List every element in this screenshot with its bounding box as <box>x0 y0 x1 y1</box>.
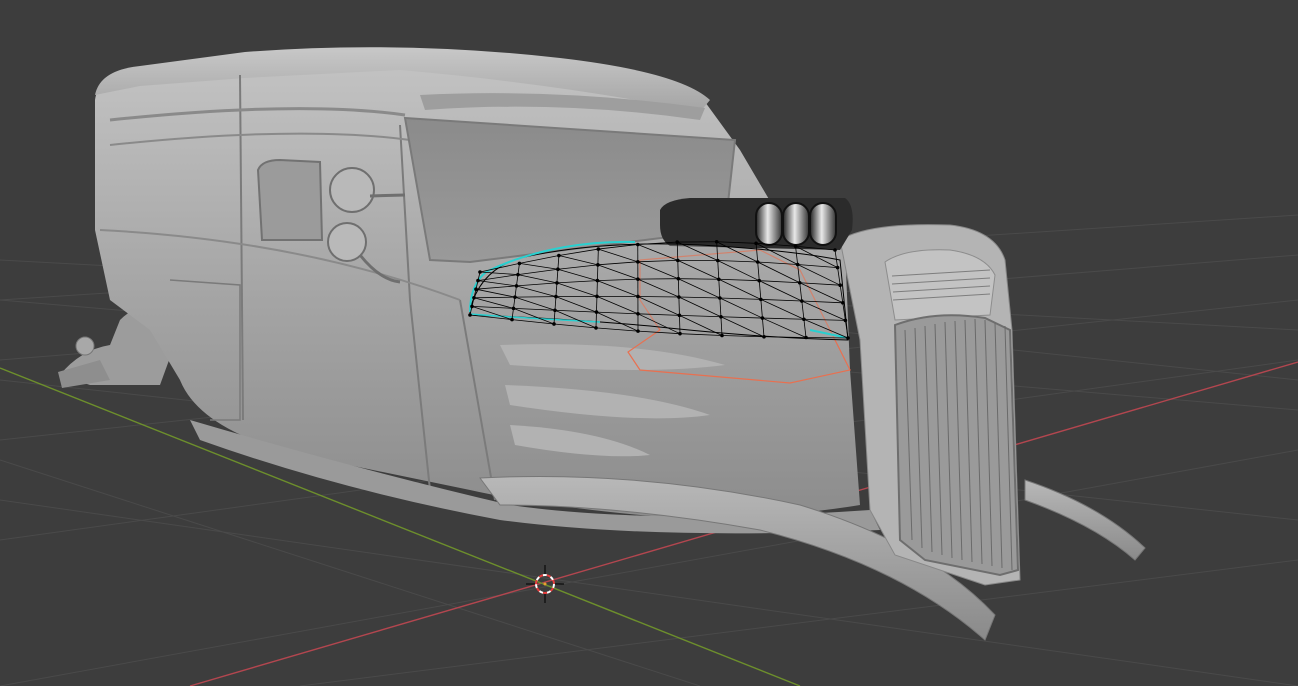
mesh-vertex[interactable] <box>797 280 802 285</box>
mesh-edge[interactable] <box>679 315 681 334</box>
mesh-edge[interactable] <box>677 260 679 279</box>
mesh-vertex[interactable] <box>514 284 519 288</box>
mesh-vertex[interactable] <box>804 335 808 340</box>
mesh-vertex[interactable] <box>478 270 482 274</box>
mesh-vertex[interactable] <box>553 308 557 313</box>
mesh-vertex[interactable] <box>678 331 682 336</box>
mesh-vertex[interactable] <box>800 299 804 303</box>
mesh-vertex[interactable] <box>802 317 806 322</box>
mesh-vertex[interactable] <box>513 295 517 299</box>
mesh-vertex[interactable] <box>760 316 765 320</box>
mesh-vertex[interactable] <box>510 317 514 322</box>
mesh-edge[interactable] <box>678 297 680 316</box>
mesh-vertex[interactable] <box>595 294 599 299</box>
mesh-vertex[interactable] <box>594 326 598 330</box>
mesh-edge[interactable] <box>514 296 556 298</box>
mesh-vertex[interactable] <box>719 314 723 319</box>
mesh-vertex[interactable] <box>476 278 480 283</box>
mesh-vertex[interactable] <box>718 296 722 300</box>
mesh-vertex[interactable] <box>795 262 800 267</box>
mesh-vertex[interactable] <box>595 278 600 283</box>
mesh-vertex[interactable] <box>557 253 561 258</box>
mesh-vertex[interactable] <box>846 336 850 340</box>
mesh-edge[interactable] <box>678 278 719 280</box>
mesh-vertex[interactable] <box>516 272 520 277</box>
mesh-vertex[interactable] <box>468 313 472 317</box>
mesh-vertex[interactable] <box>636 277 640 281</box>
mesh-vertex[interactable] <box>635 242 640 247</box>
3d-cursor-icon <box>526 565 564 603</box>
mesh-vertex[interactable] <box>636 294 640 299</box>
mesh-vertex[interactable] <box>594 310 599 314</box>
mesh-vertex[interactable] <box>833 248 837 252</box>
mesh-edge[interactable] <box>677 278 680 298</box>
mesh-edge[interactable] <box>637 296 679 298</box>
mesh-vertex[interactable] <box>517 261 522 266</box>
mesh-vertex[interactable] <box>759 297 763 302</box>
mesh-vertex[interactable] <box>555 281 559 285</box>
mesh-vertex[interactable] <box>755 260 760 264</box>
mesh-vertex[interactable] <box>554 294 558 299</box>
mesh-edge[interactable] <box>676 242 679 261</box>
mesh-vertex[interactable] <box>675 258 680 263</box>
mesh-vertex[interactable] <box>474 287 478 292</box>
mesh-vertex[interactable] <box>720 333 724 338</box>
mesh-vertex[interactable] <box>472 296 476 300</box>
mesh-vertex[interactable] <box>757 278 762 283</box>
mesh-vertex[interactable] <box>596 247 601 251</box>
mesh-vertex[interactable] <box>714 239 719 244</box>
mesh-edge[interactable] <box>805 337 849 339</box>
mesh-vertex[interactable] <box>841 301 845 305</box>
mesh-vertex[interactable] <box>552 322 556 326</box>
mesh-vertex[interactable] <box>677 295 681 299</box>
mesh-vertex[interactable] <box>793 244 798 249</box>
mesh-vertex[interactable] <box>715 258 720 263</box>
mesh-vertex[interactable] <box>835 265 840 270</box>
mesh-vertex[interactable] <box>636 260 640 264</box>
car-body-mesh <box>58 47 1146 641</box>
mesh-vertex[interactable] <box>843 318 848 323</box>
mesh-vertex[interactable] <box>636 329 640 333</box>
mesh-vertex[interactable] <box>838 283 842 288</box>
mesh-vertex[interactable] <box>762 334 766 339</box>
mesh-vertex[interactable] <box>754 241 758 246</box>
mesh-vertex[interactable] <box>675 240 680 244</box>
mesh-vertex[interactable] <box>677 313 682 318</box>
mesh-vertex[interactable] <box>556 267 560 272</box>
3d-viewport[interactable] <box>0 0 1298 686</box>
mesh-vertex[interactable] <box>596 263 600 267</box>
mesh-vertex[interactable] <box>470 304 474 309</box>
mesh-vertex[interactable] <box>636 312 640 316</box>
mesh-vertex[interactable] <box>717 277 721 282</box>
mesh-vertex[interactable] <box>511 306 516 311</box>
mesh-vertex[interactable] <box>676 276 681 281</box>
